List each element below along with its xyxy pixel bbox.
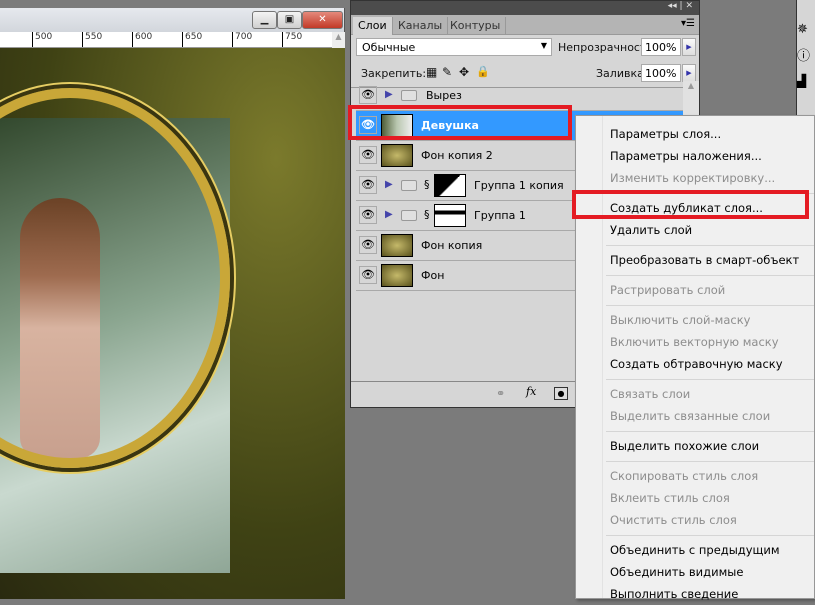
eye-icon[interactable]: 👁	[359, 146, 377, 164]
menu-separator	[606, 461, 814, 462]
layer-name: Вырез	[426, 89, 462, 102]
layer-thumbnail	[381, 234, 413, 257]
layer-thumbnail	[381, 144, 413, 167]
menu-item: Выделить связанные слои	[610, 409, 771, 423]
expand-triangle-icon[interactable]: ▶	[385, 179, 393, 190]
ruler-tick: 550	[82, 32, 102, 47]
highlight-box-menu-item	[572, 190, 809, 219]
menu-separator	[606, 245, 814, 246]
expand-triangle-icon[interactable]: ▶	[385, 89, 393, 100]
folder-icon	[401, 210, 417, 221]
lock-brush-icon[interactable]: ✎	[442, 65, 452, 79]
lock-label: Закрепить:	[361, 67, 427, 80]
ruler-tick: 600	[132, 32, 152, 47]
highlight-box-layer	[348, 105, 572, 140]
close-button[interactable]: ✕	[302, 11, 343, 29]
layer-name: Группа 1	[474, 209, 526, 222]
opacity-input[interactable]: 100%	[641, 38, 681, 56]
menu-item[interactable]: Выполнить сведение	[576, 583, 815, 605]
expand-triangle-icon[interactable]: ▶	[385, 209, 393, 220]
histogram-icon[interactable]: ▟	[797, 74, 815, 88]
blend-mode-select[interactable]: Обычные ▼	[356, 38, 552, 56]
menu-item[interactable]: Объединить с предыдущим	[576, 539, 815, 561]
menu-item: Связать слои	[610, 387, 691, 401]
menu-item: Вклеить стиль слоя	[610, 491, 730, 505]
menu-item[interactable]: Создать обтравочную маску	[576, 353, 815, 375]
eye-icon[interactable]: 👁	[359, 176, 377, 194]
menu-item[interactable]: Параметры слоя...	[576, 123, 815, 145]
info-icon[interactable]: ⓘ	[797, 45, 815, 64]
fill-slider-button[interactable]: ▶	[682, 64, 696, 82]
menu-separator	[606, 379, 814, 380]
mask-thumbnail	[434, 204, 466, 227]
document-window: ▁ ▣ ✕ 500 550 600 650 700 750 ▲	[0, 8, 345, 599]
menu-item: Очистить стиль слоя	[610, 513, 737, 527]
ruler-tick: 500	[32, 32, 52, 47]
opacity-slider-button[interactable]: ▶	[682, 38, 696, 56]
lock-all-icon[interactable]: 🔒	[476, 65, 490, 78]
menu-separator	[606, 275, 814, 276]
eye-icon[interactable]: 👁	[359, 206, 377, 224]
eye-icon[interactable]: 👁	[359, 236, 377, 254]
blend-mode-value: Обычные	[362, 41, 416, 54]
menu-separator	[606, 535, 814, 536]
menu-item[interactable]: Параметры наложения...	[576, 145, 815, 167]
chevron-down-icon: ▼	[540, 41, 547, 50]
menu-separator	[606, 431, 814, 432]
add-mask-icon[interactable]: ●	[554, 387, 568, 400]
layer-context-menu: Параметры слоя... Параметры наложения... И…	[575, 115, 815, 601]
mask-thumbnail	[434, 174, 466, 197]
menu-item[interactable]: Преобразовать в смарт-объект	[576, 249, 815, 271]
menu-item: Включить векторную маску	[610, 335, 779, 349]
collapse-icon[interactable]: ◂◂	[668, 1, 677, 11]
image-canvas[interactable]	[0, 48, 345, 599]
ruler-tick: 750	[282, 32, 302, 47]
layer-name: Фон	[421, 269, 445, 282]
menu-item: Изменить корректировку...	[610, 171, 776, 185]
menu-item[interactable]: Выделить похожие слои	[576, 435, 815, 457]
menu-item[interactable]: Удалить слой	[576, 219, 815, 241]
document-title-bar: ▁ ▣ ✕	[0, 8, 344, 32]
menu-item: Скопировать стиль слоя	[610, 469, 759, 483]
layer-thumbnail	[381, 264, 413, 287]
menu-item: Выключить слой-маску	[610, 313, 751, 327]
layer-name: Фон копия 2	[421, 149, 493, 162]
link-icon: §	[424, 208, 430, 221]
link-layers-icon[interactable]: ⚭	[496, 387, 505, 400]
fx-icon[interactable]: fx	[526, 385, 536, 398]
fill-input[interactable]: 100%	[641, 64, 681, 82]
tab-paths[interactable]: Контуры	[445, 17, 507, 35]
maximize-button[interactable]: ▣	[277, 11, 302, 29]
panel-menu-icon[interactable]: ▾☰	[681, 18, 695, 29]
fill-label: Заливка:	[596, 67, 648, 80]
ruler-tick: 700	[232, 32, 252, 47]
folder-icon	[401, 180, 417, 191]
eye-icon[interactable]: 👁	[359, 266, 377, 284]
panel-close-icon[interactable]: ✕	[685, 1, 693, 11]
menu-separator	[606, 305, 814, 306]
menu-item[interactable]: Объединить видимые	[576, 561, 815, 583]
lock-move-icon[interactable]: ✥	[459, 65, 469, 79]
navigator-icon[interactable]: ✵	[797, 22, 815, 37]
eye-icon[interactable]: 👁	[359, 86, 377, 104]
minimize-button[interactable]: ▁	[252, 11, 277, 29]
folder-icon	[401, 90, 417, 101]
scroll-up-arrow[interactable]: ▲	[332, 32, 345, 48]
tab-channels[interactable]: Каналы	[393, 17, 449, 35]
layer-name: Фон копия	[421, 239, 483, 252]
lock-transparency-icon[interactable]: ▦	[426, 65, 437, 79]
layer-name: Группа 1 копия	[474, 179, 564, 192]
ruler-tick: 650	[182, 32, 202, 47]
menu-item: Растрировать слой	[610, 283, 726, 297]
horizontal-ruler: 500 550 600 650 700 750	[0, 32, 332, 48]
link-icon: §	[424, 178, 430, 191]
panel-header: ◂◂ | ✕	[351, 1, 699, 15]
tab-layers[interactable]: Слои	[353, 17, 393, 35]
